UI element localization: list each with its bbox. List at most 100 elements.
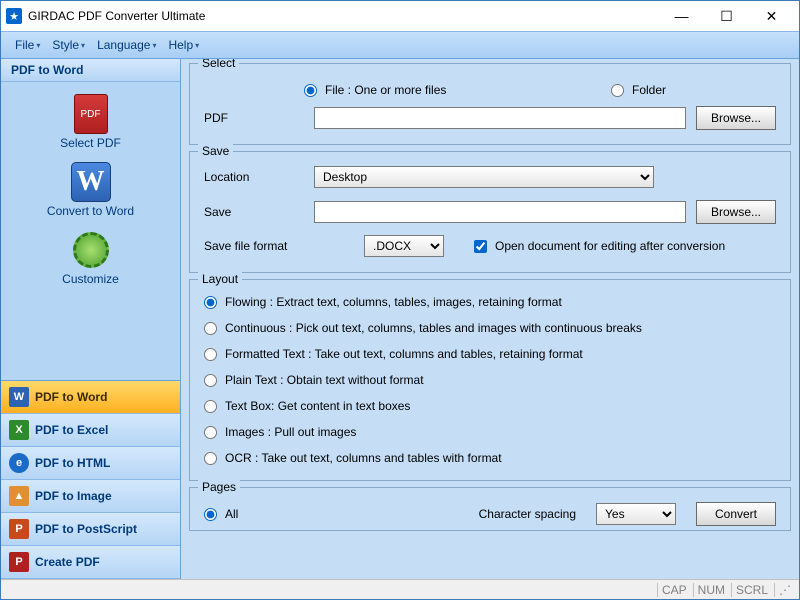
location-select[interactable]: Desktop	[314, 166, 654, 188]
layout-formatted[interactable]: Formatted Text : Take out text, columns …	[204, 347, 776, 361]
menu-help[interactable]: Help▾	[162, 34, 205, 56]
browse-pdf-button[interactable]: Browse...	[696, 106, 776, 130]
folder-radio[interactable]	[611, 84, 624, 97]
nav-pdf-to-excel[interactable]: X PDF to Excel	[1, 414, 180, 447]
location-label: Location	[204, 170, 304, 184]
nav-label: PDF to Word	[35, 390, 107, 404]
pages-all[interactable]: All	[204, 507, 238, 521]
open-after-label[interactable]: Open document for editing after conversi…	[474, 239, 725, 253]
all-radio[interactable]	[204, 508, 217, 521]
nav-pdf-to-html[interactable]: e PDF to HTML	[1, 447, 180, 480]
menu-style[interactable]: Style▾	[46, 34, 91, 56]
textbox-radio[interactable]	[204, 400, 217, 413]
layout-plain[interactable]: Plain Text : Obtain text without format	[204, 373, 776, 387]
group-title: Layout	[198, 272, 242, 286]
continuous-radio[interactable]	[204, 322, 217, 335]
pdf-doc-icon: PDF	[71, 94, 111, 134]
window-title: GIRDAC PDF Converter Ultimate	[28, 9, 659, 23]
layout-textbox[interactable]: Text Box: Get content in text boxes	[204, 399, 776, 413]
status-num: NUM	[693, 583, 729, 597]
nav-label: PDF to Image	[35, 489, 112, 503]
resize-grip-icon[interactable]: ⋰	[774, 583, 795, 597]
folder-radio-label[interactable]: Folder	[611, 83, 666, 97]
nav-label: PDF to HTML	[35, 456, 110, 470]
main-panel: Select File : One or more files Folder P…	[181, 59, 799, 579]
save-label: Save	[204, 205, 304, 219]
charspacing-select[interactable]: Yes	[596, 503, 676, 525]
group-title: Select	[198, 59, 239, 70]
formatted-radio[interactable]	[204, 348, 217, 361]
plain-radio[interactable]	[204, 374, 217, 387]
image-icon: ▲	[9, 486, 29, 506]
convert-word-label: Convert to Word	[47, 204, 134, 218]
file-radio[interactable]	[304, 84, 317, 97]
browse-save-button[interactable]: Browse...	[696, 200, 776, 224]
layout-flowing[interactable]: Flowing : Extract text, columns, tables,…	[204, 295, 776, 309]
sidebar-actions: PDF Select PDF W Convert to Word Customi…	[1, 82, 180, 294]
customize-label: Customize	[62, 272, 119, 286]
select-pdf-action[interactable]: PDF Select PDF	[56, 90, 125, 154]
nav-label: PDF to PostScript	[35, 522, 137, 536]
minimize-button[interactable]: —	[659, 2, 704, 30]
app-window: ★ GIRDAC PDF Converter Ultimate — ☐ ✕ Fi…	[0, 0, 800, 600]
folder-radio-text: Folder	[632, 83, 666, 97]
charspacing-label: Character spacing	[479, 507, 576, 521]
layout-images[interactable]: Images : Pull out images	[204, 425, 776, 439]
chevron-down-icon: ▾	[152, 41, 156, 50]
pdf-label: PDF	[204, 111, 304, 125]
chevron-down-icon: ▾	[195, 41, 199, 50]
status-scrl: SCRL	[731, 583, 772, 597]
nav-pdf-to-image[interactable]: ▲ PDF to Image	[1, 480, 180, 513]
sidebar-header: PDF to Word	[1, 59, 180, 82]
select-pdf-label: Select PDF	[60, 136, 121, 150]
nav-label: Create PDF	[35, 555, 100, 569]
app-icon: ★	[6, 8, 22, 24]
pages-group: Pages All Character spacing Yes Convert	[189, 487, 791, 531]
save-group: Save Location Desktop Save Browse... Sav…	[189, 151, 791, 273]
excel-icon: X	[9, 420, 29, 440]
window-controls: — ☐ ✕	[659, 2, 794, 30]
layout-continuous[interactable]: Continuous : Pick out text, columns, tab…	[204, 321, 776, 335]
pdf-path-input[interactable]	[314, 107, 686, 129]
convert-button[interactable]: Convert	[696, 502, 776, 526]
ie-icon: e	[9, 453, 29, 473]
menu-language[interactable]: Language▾	[91, 34, 162, 56]
nav-create-pdf[interactable]: P Create PDF	[1, 546, 180, 579]
group-title: Save	[198, 144, 233, 158]
format-label: Save file format	[204, 239, 354, 253]
status-cap: CAP	[657, 583, 691, 597]
layout-group: Layout Flowing : Extract text, columns, …	[189, 279, 791, 481]
chevron-down-icon: ▾	[36, 41, 40, 50]
customize-action[interactable]: Customize	[58, 226, 123, 290]
menubar: File▾ Style▾ Language▾ Help▾	[1, 31, 799, 59]
sidebar: PDF to Word PDF Select PDF W Convert to …	[1, 59, 181, 579]
open-after-text: Open document for editing after conversi…	[495, 239, 725, 253]
layout-ocr[interactable]: OCR : Take out text, columns and tables …	[204, 451, 776, 465]
flowing-radio[interactable]	[204, 296, 217, 309]
file-radio-label[interactable]: File : One or more files	[304, 83, 446, 97]
menu-file[interactable]: File▾	[9, 34, 46, 56]
titlebar: ★ GIRDAC PDF Converter Ultimate — ☐ ✕	[1, 1, 799, 31]
nav-pdf-to-postscript[interactable]: P PDF to PostScript	[1, 513, 180, 546]
select-group: Select File : One or more files Folder P…	[189, 63, 791, 145]
maximize-button[interactable]: ☐	[704, 2, 749, 30]
convert-word-action[interactable]: W Convert to Word	[43, 158, 138, 222]
nav-pdf-to-word[interactable]: W PDF to Word	[1, 381, 180, 414]
sidebar-nav: W PDF to Word X PDF to Excel e PDF to HT…	[1, 380, 180, 579]
images-radio[interactable]	[204, 426, 217, 439]
main-body: PDF to Word PDF Select PDF W Convert to …	[1, 59, 799, 579]
ocr-radio[interactable]	[204, 452, 217, 465]
group-title: Pages	[198, 480, 240, 494]
gear-icon	[71, 230, 111, 270]
chevron-down-icon: ▾	[81, 41, 85, 50]
format-select[interactable]: .DOCX	[364, 235, 444, 257]
postscript-icon: P	[9, 519, 29, 539]
nav-label: PDF to Excel	[35, 423, 108, 437]
pdf-icon: P	[9, 552, 29, 572]
file-radio-text: File : One or more files	[325, 83, 446, 97]
open-after-checkbox[interactable]	[474, 240, 487, 253]
sidebar-spacer	[1, 294, 180, 380]
close-button[interactable]: ✕	[749, 2, 794, 30]
save-path-input[interactable]	[314, 201, 686, 223]
word-icon: W	[9, 387, 29, 407]
